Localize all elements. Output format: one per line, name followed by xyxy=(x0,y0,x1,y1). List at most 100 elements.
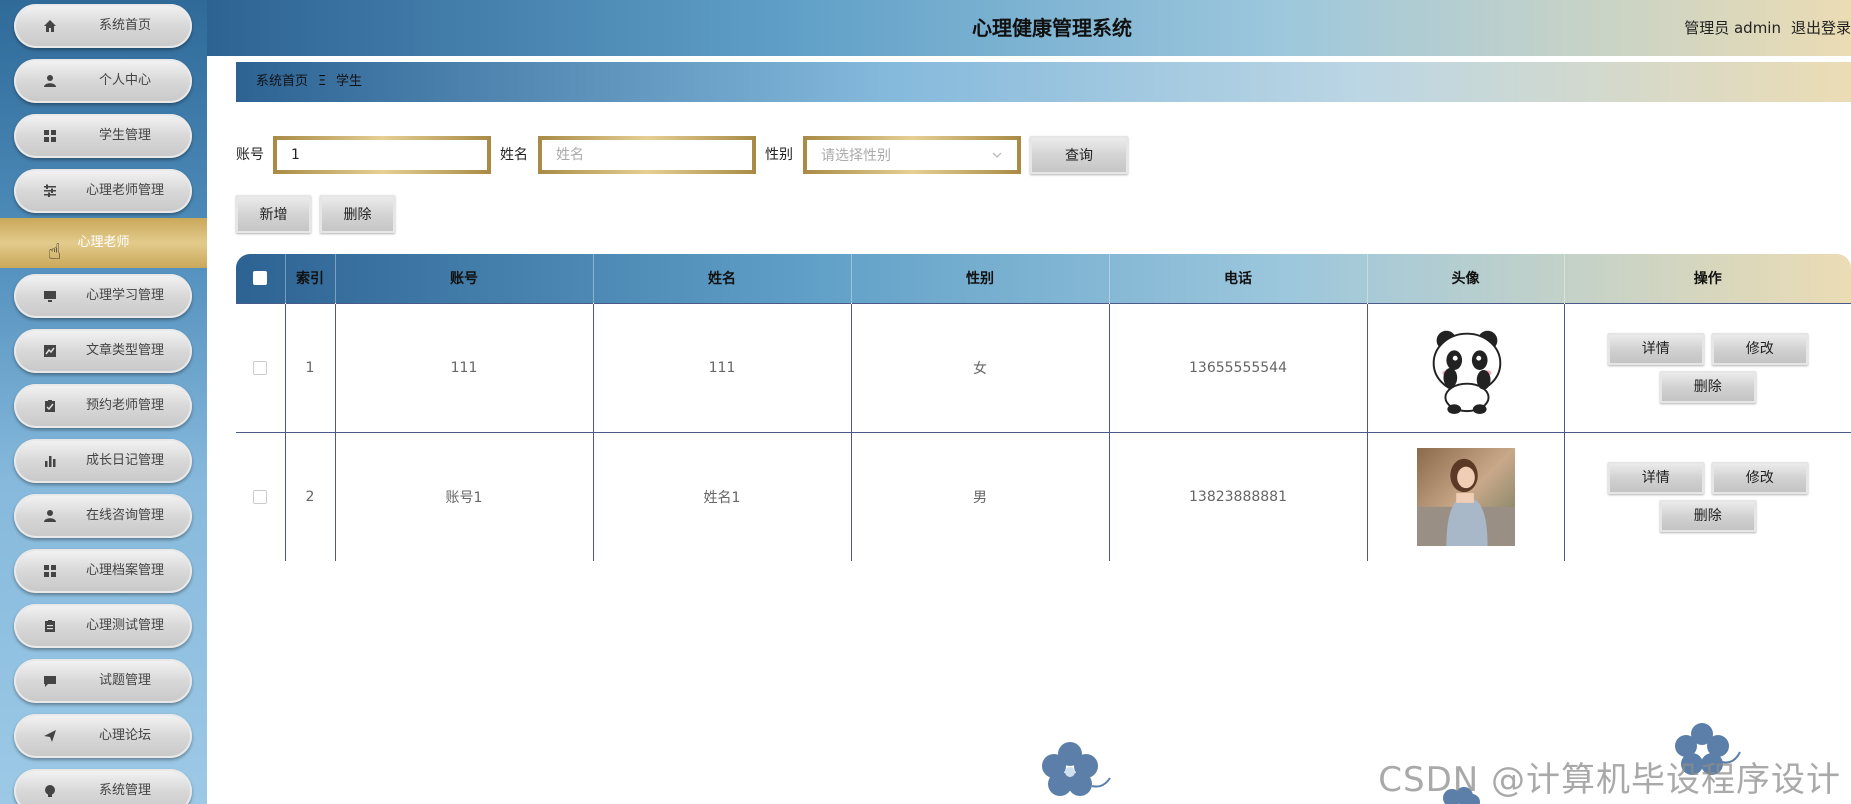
breadcrumb-home[interactable]: 系统首页 xyxy=(256,62,308,102)
name-label: 姓名 xyxy=(500,147,528,163)
sidebar-item-article-types[interactable]: 文章类型管理 xyxy=(14,329,192,373)
row-select-cell[interactable] xyxy=(236,432,285,561)
sidebar-item-label: 系统首页 xyxy=(98,18,151,33)
table-row: 1 111 111 女 13655555544 详情 修改 删除 xyxy=(236,303,1851,432)
sidebar-item-label: 学生管理 xyxy=(98,128,151,143)
sidebar-item-label: 心理论坛 xyxy=(98,728,151,743)
gender-select-box: 请选择性别 xyxy=(803,136,1021,174)
send-icon xyxy=(42,728,58,744)
sidebar-item-consult[interactable]: 在线咨询管理 xyxy=(14,494,192,538)
submenu-item-teacher[interactable]: 心理老师 xyxy=(0,218,207,268)
top-header: 心理健康管理系统 管理员 admin 退出登录 xyxy=(207,0,1851,56)
hand-cursor-icon: ☝ xyxy=(48,240,62,265)
bar-chart-icon xyxy=(42,453,58,469)
sidebar-item-teachers[interactable]: 心理老师管理 xyxy=(14,169,192,213)
sidebar-item-learning[interactable]: 心理学习管理 xyxy=(14,274,192,318)
chart-icon xyxy=(42,343,58,359)
app-title: 心理健康管理系统 xyxy=(972,16,1132,40)
sidebar-item-appointments[interactable]: 预约老师管理 xyxy=(14,384,192,428)
sidebar-item-home[interactable]: 系统首页 xyxy=(14,4,192,48)
select-all-cell[interactable] xyxy=(236,254,285,303)
cell-actions: 详情 修改 删除 xyxy=(1563,303,1851,432)
cell-index: 2 xyxy=(284,432,335,561)
bulk-delete-button[interactable]: 删除 xyxy=(320,195,395,233)
edit-button[interactable]: 修改 xyxy=(1711,332,1808,365)
sidebar-item-forum[interactable]: 心理论坛 xyxy=(14,714,192,758)
cell-name: 111 xyxy=(592,303,851,432)
column-header: 操作 xyxy=(1563,254,1851,303)
sidebar-item-label: 心理档案管理 xyxy=(85,563,164,578)
column-header: 头像 xyxy=(1366,254,1564,303)
sidebar: 系统首页 个人中心 学生管理 心理老师管理 心理老师 ☝ 心理学习管理 文章类型… xyxy=(0,0,207,804)
row-checkbox[interactable] xyxy=(253,489,268,504)
sidebar-item-tests[interactable]: 心理测试管理 xyxy=(14,604,192,648)
photo-avatar xyxy=(1416,447,1515,546)
breadcrumb-current: 学生 xyxy=(336,74,363,89)
grid-icon xyxy=(42,563,58,579)
bulb-icon xyxy=(42,783,58,799)
sidebar-item-questions[interactable]: 试题管理 xyxy=(14,659,192,703)
cell-phone: 13655555544 xyxy=(1108,303,1367,432)
column-header: 账号 xyxy=(334,254,593,303)
cell-account: 账号1 xyxy=(334,432,593,561)
cell-account: 111 xyxy=(334,303,593,432)
sidebar-item-label: 成长日记管理 xyxy=(85,453,164,468)
panda-avatar xyxy=(1416,318,1515,417)
sidebar-item-profile[interactable]: 个人中心 xyxy=(14,59,192,103)
clipboard-icon xyxy=(42,618,58,634)
name-input[interactable] xyxy=(542,140,752,170)
current-user: 管理员 admin xyxy=(1684,19,1781,37)
sidebar-item-label: 心理学习管理 xyxy=(85,288,164,303)
sidebar-item-label: 心理老师管理 xyxy=(85,183,164,198)
select-all-checkbox[interactable] xyxy=(253,271,268,286)
chevron-down-icon xyxy=(992,152,1002,158)
gender-label: 性别 xyxy=(765,147,793,163)
home-icon xyxy=(42,18,58,34)
column-header: 索引 xyxy=(284,254,335,303)
cell-phone: 13823888881 xyxy=(1108,432,1367,561)
sidebar-item-label: 试题管理 xyxy=(98,673,151,688)
cell-index: 1 xyxy=(284,303,335,432)
breadcrumb-separator: Ξ xyxy=(318,74,327,89)
query-button[interactable]: 查询 xyxy=(1030,136,1128,174)
column-header: 姓名 xyxy=(592,254,851,303)
flower-decoration-icon xyxy=(1042,742,1111,796)
name-input-box xyxy=(538,136,756,174)
sidebar-item-diary[interactable]: 成长日记管理 xyxy=(14,439,192,483)
user-icon xyxy=(42,508,58,524)
breadcrumb: 系统首页 Ξ 学生 xyxy=(236,62,1851,102)
table-row: 2 账号1 姓名1 男 13823888881 详情 修改 删除 xyxy=(236,432,1851,561)
column-header: 性别 xyxy=(850,254,1109,303)
logout-link[interactable]: 退出登录 xyxy=(1791,0,1851,56)
account-input-box xyxy=(273,136,491,174)
sidebar-item-label: 文章类型管理 xyxy=(85,343,164,358)
delete-button[interactable]: 删除 xyxy=(1659,370,1756,403)
grid-icon xyxy=(42,128,58,144)
sidebar-item-students[interactable]: 学生管理 xyxy=(14,114,192,158)
sidebar-item-label: 在线咨询管理 xyxy=(85,508,164,523)
submenu-item-label: 心理老师 xyxy=(77,235,130,250)
row-select-cell[interactable] xyxy=(236,303,285,432)
monitor-icon xyxy=(42,288,58,304)
sidebar-item-archives[interactable]: 心理档案管理 xyxy=(14,549,192,593)
delete-button[interactable]: 删除 xyxy=(1659,499,1756,532)
sliders-icon xyxy=(42,183,58,199)
sidebar-item-label: 系统管理 xyxy=(98,783,151,798)
account-label: 账号 xyxy=(236,147,264,163)
detail-button[interactable]: 详情 xyxy=(1607,332,1704,365)
watermark: CSDN @计算机毕设程序设计 xyxy=(1378,760,1841,800)
account-input[interactable] xyxy=(277,140,487,170)
cell-gender: 男 xyxy=(850,432,1109,561)
cell-gender: 女 xyxy=(850,303,1109,432)
gender-select[interactable]: 请选择性别 xyxy=(807,140,1017,170)
edit-button[interactable]: 修改 xyxy=(1711,461,1808,494)
sidebar-item-system[interactable]: 系统管理 xyxy=(14,769,192,804)
sidebar-item-label: 心理测试管理 xyxy=(85,618,164,633)
gender-select-placeholder: 请选择性别 xyxy=(821,148,891,164)
row-checkbox[interactable] xyxy=(253,360,268,375)
table-header-row: 索引 账号 姓名 性别 电话 头像 操作 xyxy=(236,254,1851,303)
add-button[interactable]: 新增 xyxy=(236,195,311,233)
detail-button[interactable]: 详情 xyxy=(1607,461,1704,494)
column-header: 电话 xyxy=(1108,254,1367,303)
user-icon xyxy=(42,73,58,89)
